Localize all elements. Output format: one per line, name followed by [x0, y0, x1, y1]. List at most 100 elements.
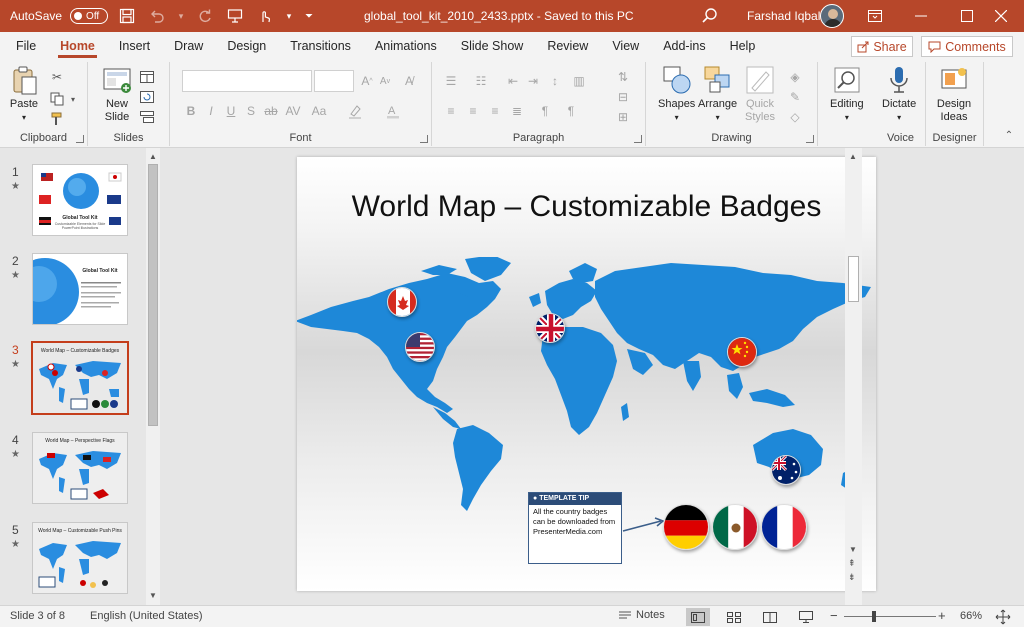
clipboard-launcher-icon[interactable]: [76, 135, 84, 143]
zoom-slider[interactable]: [844, 616, 936, 617]
columns-icon[interactable]: ▥: [570, 72, 588, 90]
slide-thumbnail-selected[interactable]: World Map – Customizable Badges: [31, 341, 129, 415]
font-size-input[interactable]: [314, 70, 354, 92]
scroll-thumb[interactable]: [148, 164, 158, 426]
change-case-icon[interactable]: Aa: [310, 102, 328, 120]
tab-review[interactable]: Review: [535, 32, 600, 60]
search-icon[interactable]: [700, 6, 720, 26]
section-icon[interactable]: [138, 108, 156, 126]
font-color-icon[interactable]: A: [384, 102, 402, 120]
cut-icon[interactable]: ✂: [48, 68, 66, 86]
dictate-button[interactable]: Dictate ▾: [882, 64, 916, 124]
slide-title[interactable]: World Map – Customizable Badges: [297, 190, 876, 224]
canada-flag-badge[interactable]: [387, 287, 417, 317]
touch-dropdown-icon[interactable]: ▾: [284, 5, 294, 27]
australia-flag-badge[interactable]: [771, 455, 801, 485]
align-left-icon[interactable]: ≡: [442, 102, 460, 120]
zoom-level[interactable]: 66%: [960, 610, 982, 622]
share-button[interactable]: Share: [851, 36, 913, 57]
line-spacing-icon[interactable]: ↕: [546, 72, 564, 90]
template-tip-box[interactable]: ● TEMPLATE TIP All the country badges ca…: [528, 492, 622, 564]
new-slide-button[interactable]: New Slide: [98, 64, 136, 124]
avatar[interactable]: [820, 4, 844, 28]
current-slide[interactable]: World Map – Customizable Badges ● TEMPLA…: [297, 157, 876, 591]
redo-icon[interactable]: [194, 5, 216, 27]
normal-view-icon[interactable]: [686, 608, 710, 626]
scroll-up-icon[interactable]: ▲: [149, 152, 157, 161]
scroll-up-icon[interactable]: ▲: [849, 152, 857, 161]
document-title[interactable]: global_tool_kit_2010_2433.pptx - Saved t…: [364, 9, 634, 23]
strikethrough-icon[interactable]: ab: [262, 102, 280, 120]
collapse-ribbon-icon[interactable]: ⌃: [1000, 126, 1018, 144]
clear-formatting-icon[interactable]: A̸: [400, 72, 418, 90]
thumbnail-row[interactable]: 2 ★ Global Tool Kit: [0, 239, 146, 325]
germany-flag-badge[interactable]: [663, 504, 709, 550]
save-icon[interactable]: [116, 5, 138, 27]
paste-button[interactable]: Paste ▾: [8, 64, 40, 124]
shape-outline-icon[interactable]: ✎: [786, 88, 804, 106]
tab-slide-show[interactable]: Slide Show: [449, 32, 536, 60]
layout-icon[interactable]: [138, 68, 156, 86]
ribbon-display-options-icon[interactable]: [852, 0, 898, 32]
arrange-button[interactable]: Arrange ▾: [698, 64, 737, 124]
thumbnail-row[interactable]: 3 ★ World Map – Customizable Badges: [0, 328, 146, 415]
increase-font-size-icon[interactable]: A ^: [358, 72, 376, 90]
format-painter-icon[interactable]: [48, 110, 66, 128]
shapes-button[interactable]: Shapes ▾: [658, 64, 695, 124]
align-center-icon[interactable]: ≡: [464, 102, 482, 120]
tab-file[interactable]: File: [0, 32, 48, 60]
underline-icon[interactable]: U: [222, 102, 240, 120]
smartart-icon[interactable]: ⊞: [614, 108, 632, 126]
tab-draw[interactable]: Draw: [162, 32, 215, 60]
slide-show-view-icon[interactable]: [794, 608, 818, 626]
thumbnail-scrollbar[interactable]: ▲ ▼: [146, 148, 160, 605]
drawing-launcher-icon[interactable]: [806, 135, 814, 143]
scroll-down-icon[interactable]: ▼: [149, 591, 157, 600]
numbering-icon[interactable]: ☷: [472, 72, 490, 90]
close-icon[interactable]: [978, 0, 1024, 32]
slide-scrollbar[interactable]: ▲ ▼ ⇞ ⇟: [845, 148, 862, 605]
zoom-in-icon[interactable]: +: [938, 608, 946, 623]
reading-view-icon[interactable]: [758, 608, 782, 626]
undo-dropdown-icon[interactable]: ▾: [176, 5, 186, 27]
tab-help[interactable]: Help: [718, 32, 768, 60]
slide-thumbnail[interactable]: Global Tool Kit: [32, 253, 128, 325]
rtl-icon[interactable]: ¶: [536, 102, 554, 120]
bullets-icon[interactable]: ☰: [442, 72, 460, 90]
mexico-flag-badge[interactable]: [712, 504, 758, 550]
tab-view[interactable]: View: [600, 32, 651, 60]
bold-icon[interactable]: B: [182, 102, 200, 120]
decrease-indent-icon[interactable]: ⇤: [504, 72, 522, 90]
next-slide-icon[interactable]: ⇟: [848, 572, 856, 583]
autosave-toggle[interactable]: Off: [70, 8, 109, 24]
present-from-start-icon[interactable]: [224, 5, 246, 27]
france-flag-badge[interactable]: [761, 504, 807, 550]
thumbnail-row[interactable]: 1 ★ Global Tool Kit Customizable Element…: [0, 150, 146, 236]
tab-add-ins[interactable]: Add-ins: [651, 32, 717, 60]
increase-indent-icon[interactable]: ⇥: [524, 72, 542, 90]
slide-thumbnail[interactable]: Global Tool Kit Customizable Elements fo…: [32, 164, 128, 236]
slide-thumbnail[interactable]: World Map – Perspective Flags: [32, 432, 128, 504]
shadow-icon[interactable]: S: [242, 102, 260, 120]
usa-flag-badge[interactable]: [405, 332, 435, 362]
font-name-input[interactable]: [182, 70, 312, 92]
slide-thumbnail[interactable]: World Map – Customizable Push Pins: [32, 522, 128, 594]
touch-mode-icon[interactable]: [254, 5, 276, 27]
tab-insert[interactable]: Insert: [107, 32, 162, 60]
justify-icon[interactable]: ≣: [508, 102, 526, 120]
thumbnail-row[interactable]: 4 ★ World Map – Perspective Flags: [0, 418, 146, 504]
scroll-down-icon[interactable]: ▼: [849, 545, 857, 554]
user-name[interactable]: Farshad Iqbal: [747, 9, 820, 23]
china-flag-badge[interactable]: [727, 337, 757, 367]
tab-transitions[interactable]: Transitions: [278, 32, 363, 60]
copy-dropdown-icon[interactable]: ▾: [64, 90, 82, 108]
ltr-icon[interactable]: ¶: [562, 102, 580, 120]
notes-button[interactable]: Notes: [618, 609, 665, 621]
shape-fill-icon[interactable]: ◈: [786, 68, 804, 86]
undo-icon[interactable]: [146, 5, 168, 27]
text-direction-icon[interactable]: ⇅: [614, 68, 632, 86]
tab-design[interactable]: Design: [215, 32, 278, 60]
comments-button[interactable]: Comments: [921, 36, 1013, 57]
design-ideas-button[interactable]: Design Ideas: [934, 64, 974, 124]
reset-icon[interactable]: [138, 88, 156, 106]
